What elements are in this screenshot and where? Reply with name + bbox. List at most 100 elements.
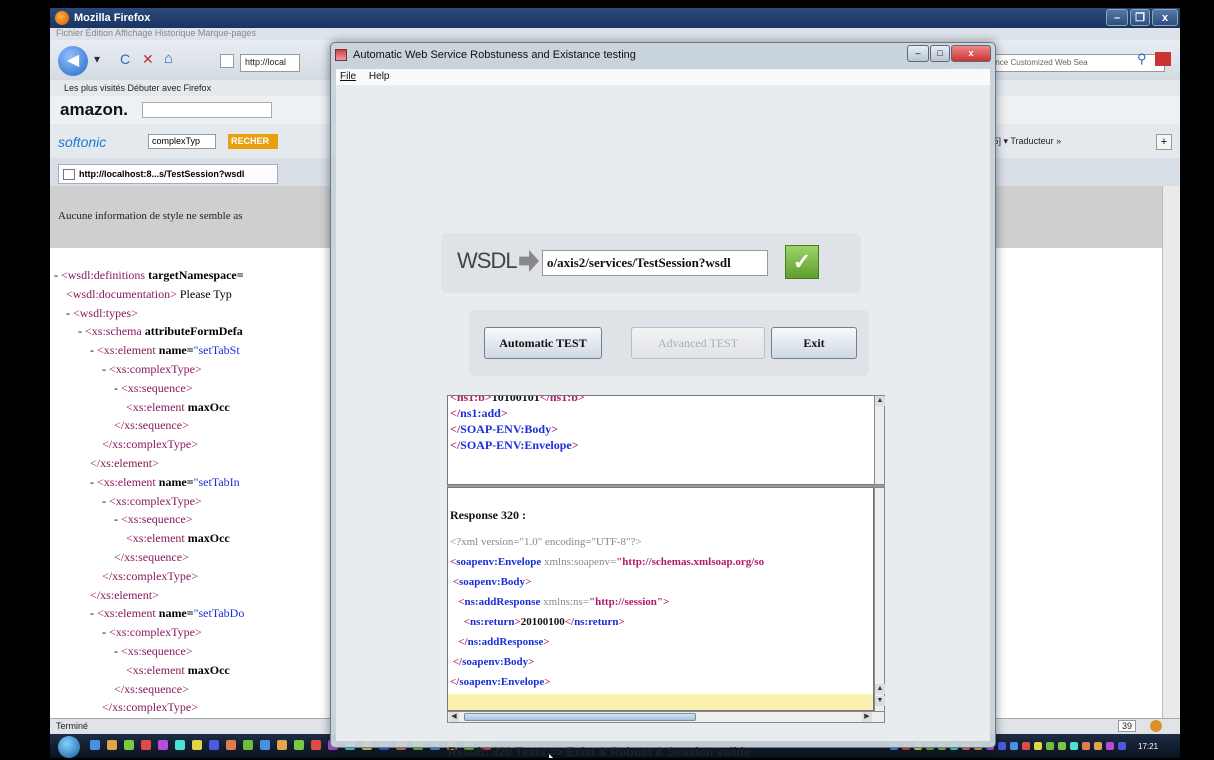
xml-token[interactable]: - xyxy=(90,606,97,620)
xml-token[interactable]: - xyxy=(102,494,109,508)
tray-icon[interactable] xyxy=(1106,742,1114,750)
xml-token[interactable]: - xyxy=(102,362,109,376)
taskbar-app-icon[interactable] xyxy=(294,740,304,750)
xml-token[interactable]: - xyxy=(102,625,109,639)
page-scrollbar[interactable] xyxy=(1162,186,1180,718)
soap-token: 20100100 xyxy=(520,616,565,628)
automatic-test-button[interactable]: Automatic TEST xyxy=(484,327,602,359)
close-button[interactable]: x xyxy=(1152,9,1178,26)
xml-token[interactable]: - xyxy=(114,381,121,395)
taskbar-app-icon[interactable] xyxy=(192,740,202,750)
scroll-up-icon[interactable]: ▲ xyxy=(875,684,885,694)
new-tab-button[interactable]: + xyxy=(1156,134,1172,150)
soap-line: </ns:addResponse> xyxy=(450,636,549,648)
taskbar-app-icon[interactable] xyxy=(260,740,270,750)
stop-icon[interactable]: ✕ xyxy=(142,51,154,68)
tray-icon[interactable] xyxy=(1010,742,1018,750)
soap-token: soapenv:Envelope xyxy=(456,556,544,568)
taskbar-app-icon[interactable] xyxy=(226,740,236,750)
xml-line: </xs:complexType> xyxy=(102,437,198,452)
soap-line: </SOAP-ENV:Body> xyxy=(450,422,558,437)
advanced-test-label: Advanced TEST xyxy=(657,336,739,350)
soap-line: <ns1:b>10100101</ns1:b> xyxy=(450,396,585,405)
scroll-right-icon[interactable]: ▶ xyxy=(862,712,872,722)
xml-token: <wsdl:documentation> xyxy=(66,286,177,301)
scroll-up-icon[interactable]: ▲ xyxy=(875,396,885,406)
addon-icon[interactable] xyxy=(1155,52,1171,66)
back-button[interactable]: ◀ xyxy=(58,46,88,76)
home-icon[interactable]: ⌂ xyxy=(164,50,173,67)
tray-icon[interactable] xyxy=(1058,742,1066,750)
taskbar-app-icon[interactable] xyxy=(90,740,100,750)
softonic-search-field[interactable]: complexTyp xyxy=(148,134,216,149)
menu-file[interactable]: File xyxy=(340,71,356,82)
tray-icon[interactable] xyxy=(1034,742,1042,750)
scroll-left-icon[interactable]: ◀ xyxy=(449,712,459,722)
forward-dropdown-icon[interactable]: ▾ xyxy=(94,52,100,66)
request-pane[interactable]: <ns1:b>10100101</ns1:b> </ns1:add> </SOAP-… xyxy=(447,395,885,485)
amazon-search-field[interactable] xyxy=(142,102,272,118)
start-button[interactable] xyxy=(58,736,80,758)
xml-line: - <xs:complexType> xyxy=(102,494,202,509)
exit-button[interactable]: Exit xyxy=(771,327,857,359)
taskbar-app-icon[interactable] xyxy=(158,740,168,750)
soap-token: "http://schemas.xmlsoap.org/so xyxy=(616,556,765,568)
wsdl-url-input[interactable]: o/axis2/services/TestSession?wsdl xyxy=(542,250,768,276)
app-close-button[interactable]: x xyxy=(951,45,991,62)
search-icon[interactable]: ⚲ xyxy=(1137,51,1147,67)
taskbar-app-icon[interactable] xyxy=(175,740,185,750)
xml-token[interactable]: - xyxy=(114,644,121,658)
taskbar-app-icon[interactable] xyxy=(311,740,321,750)
tray-icon[interactable] xyxy=(1022,742,1030,750)
status-addon-icon[interactable] xyxy=(1150,720,1162,732)
response-horizontal-scrollbar[interactable]: ◀ ▶ xyxy=(447,711,885,723)
tray-icon[interactable] xyxy=(1118,742,1126,750)
style-notice-text: Aucune information de style ne semble as xyxy=(58,210,243,222)
tray-icon[interactable] xyxy=(1070,742,1078,750)
xml-line: </xs:sequence> xyxy=(114,418,189,433)
tray-icon[interactable] xyxy=(1094,742,1102,750)
xml-line: <wsdl:documentation> Please Typ xyxy=(66,287,232,302)
soap-token: > xyxy=(551,422,558,436)
softonic-search-button[interactable]: RECHER xyxy=(228,134,278,149)
xml-token[interactable]: - xyxy=(66,306,73,320)
taskbar-app-icon[interactable] xyxy=(243,740,253,750)
url-bar[interactable]: http://local xyxy=(240,54,300,72)
maximize-button[interactable]: ❐ xyxy=(1130,9,1150,26)
request-scrollbar[interactable]: ▲ xyxy=(874,395,885,485)
xml-token[interactable]: - xyxy=(90,475,97,489)
bookmarks-links[interactable]: Les plus visités Débuter avec Firefox xyxy=(64,83,211,93)
xml-token[interactable]: - xyxy=(54,268,61,282)
tray-icon[interactable] xyxy=(1046,742,1054,750)
scroll-down-icon[interactable]: ▼ xyxy=(875,696,885,706)
scroll-thumb[interactable] xyxy=(464,713,696,721)
menu-help[interactable]: Help xyxy=(369,71,390,82)
xml-token: name= xyxy=(158,606,194,621)
xml-token: <xs:element xyxy=(126,399,188,414)
tab-testsession[interactable]: http://localhost:8...s/TestSession?wsdl xyxy=(58,164,278,184)
firefox-menu-text[interactable]: Fichier Édition Affichage Historique Mar… xyxy=(56,28,256,38)
xml-token[interactable]: - xyxy=(114,512,121,526)
response-pane[interactable]: Response 320 : <?xml version="1.0" encod… xyxy=(447,487,874,711)
taskbar-app-icon[interactable] xyxy=(107,740,117,750)
xml-token: </xs:complexType> xyxy=(102,568,199,583)
automatic-test-label: Automatic TEST xyxy=(499,336,587,350)
tray-icon[interactable] xyxy=(998,742,1006,750)
advanced-test-button[interactable]: Advanced TEST xyxy=(631,327,765,359)
minimize-button[interactable]: – xyxy=(1106,9,1128,26)
taskbar-app-icon[interactable] xyxy=(141,740,151,750)
xml-token: </xs:sequence> xyxy=(114,550,189,564)
tray-icon[interactable] xyxy=(1082,742,1090,750)
clock: 17:21 xyxy=(1138,742,1159,751)
taskbar-app-icon[interactable] xyxy=(124,740,134,750)
taskbar-app-icon[interactable] xyxy=(209,740,219,750)
xml-token[interactable]: - xyxy=(78,324,85,338)
validate-check-button[interactable]: ✓ xyxy=(785,245,819,279)
reload-icon[interactable]: C xyxy=(120,51,130,67)
taskbar-app-icon[interactable] xyxy=(277,740,287,750)
app-minimize-button[interactable]: – xyxy=(907,45,929,62)
app-maximize-button[interactable]: □ xyxy=(930,45,950,62)
response-scrollbar[interactable]: ▲ ▼ xyxy=(874,487,885,717)
firefox-menubar[interactable]: Fichier Édition Affichage Historique Mar… xyxy=(50,28,1180,40)
xml-token[interactable]: - xyxy=(90,343,97,357)
